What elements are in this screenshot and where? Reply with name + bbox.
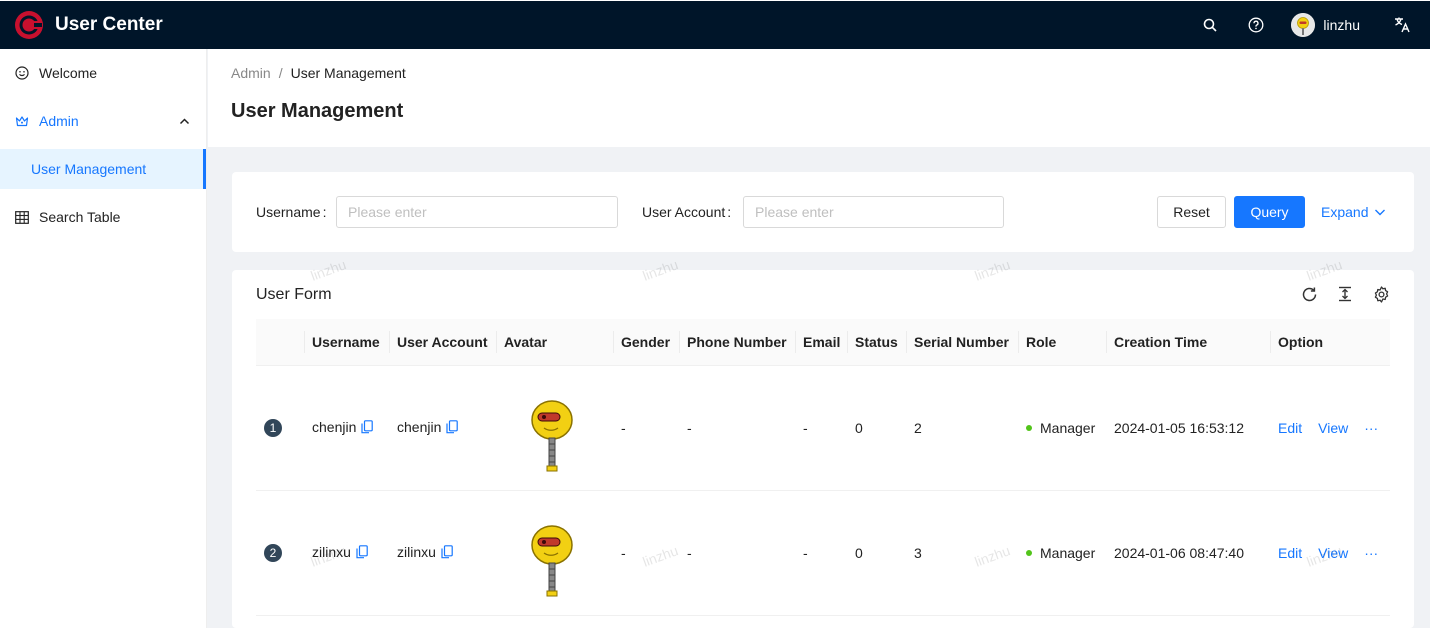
crown-icon (14, 113, 30, 129)
sidebar-item-label: User Management (31, 161, 147, 177)
copy-icon[interactable] (441, 544, 453, 562)
search-icon[interactable] (1187, 1, 1233, 50)
username-cell: zilinxu (312, 543, 351, 560)
sidebar-item-user-management[interactable]: User Management (0, 149, 206, 189)
column-header-index (256, 319, 304, 366)
user-avatar-image[interactable] (530, 524, 574, 597)
sidebar-item-label: Admin (39, 113, 79, 129)
column-header-avatar[interactable]: Avatar (496, 319, 613, 366)
sidebar-item-search-table[interactable]: Search Table (0, 197, 206, 237)
more-actions-icon[interactable]: ··· (1364, 420, 1378, 436)
view-link[interactable]: View (1318, 545, 1348, 561)
status-cell: 0 (847, 365, 906, 491)
username-input[interactable] (336, 196, 618, 228)
chevron-up-icon[interactable] (179, 114, 190, 130)
header-username: linzhu (1323, 17, 1360, 33)
role-cell: Manager (1040, 419, 1096, 436)
app-title[interactable]: User Center (55, 14, 163, 36)
user-table: Username User Account Avatar Gender Phon… (256, 319, 1390, 616)
column-header-email[interactable]: Email (795, 319, 847, 366)
column-header-option: Option (1270, 319, 1390, 366)
column-header-gender[interactable]: Gender (613, 319, 679, 366)
translate-icon[interactable] (1374, 1, 1430, 50)
sidebar: Welcome Admin User Management Search Tab… (0, 49, 207, 628)
smile-icon (14, 65, 30, 81)
phone-cell: - (679, 490, 795, 616)
gender-cell: - (613, 365, 679, 491)
search-form: Username: User Account: Reset Query Expa… (232, 172, 1414, 252)
role-cell: Manager (1040, 544, 1096, 561)
table-header-row: Username User Account Avatar Gender Phon… (256, 319, 1390, 366)
copy-icon[interactable] (361, 419, 374, 437)
breadcrumb-separator: / (278, 65, 283, 81)
username-cell: chenjin (312, 418, 357, 435)
column-header-user-account[interactable]: User Account (389, 319, 496, 366)
density-icon[interactable] (1336, 285, 1354, 303)
user-account-cell: chenjin (397, 418, 442, 435)
user-account-label: User Account: (642, 204, 732, 220)
user-account-input[interactable] (743, 196, 1004, 228)
table-row: 2 zilinxu zilinxu - - - 0 3 Manager 2024… (256, 490, 1390, 616)
email-cell: - (795, 490, 847, 616)
role-status-dot (1026, 549, 1032, 556)
top-header: User Center linzhu (0, 0, 1430, 49)
question-icon[interactable] (1233, 1, 1279, 50)
page-title: User Management (231, 100, 404, 122)
sidebar-item-label: Welcome (39, 65, 98, 81)
row-index-badge: 1 (264, 418, 282, 437)
avatar (1291, 13, 1316, 37)
username-label: Username: (256, 204, 327, 220)
user-table-card: User Form Username User Account Avatar G… (232, 270, 1414, 628)
user-account-cell: zilinxu (397, 543, 436, 560)
breadcrumb-current: User Management (290, 65, 406, 81)
page-header: Admin / User Management User Management (208, 49, 1430, 147)
creation-time-cell: 2024-01-05 16:53:12 (1106, 365, 1270, 491)
table-title: User Form (256, 286, 332, 303)
role-status-dot (1026, 424, 1032, 431)
email-cell: - (795, 365, 847, 491)
status-cell: 0 (847, 490, 906, 616)
expand-label: Expand (1321, 204, 1369, 220)
column-header-creation-time[interactable]: Creation Time (1106, 319, 1270, 366)
settings-icon[interactable] (1372, 285, 1390, 303)
copy-icon[interactable] (446, 419, 459, 437)
sidebar-item-welcome[interactable]: Welcome (0, 53, 206, 93)
user-menu[interactable]: linzhu (1279, 1, 1374, 49)
copy-icon[interactable] (356, 544, 368, 562)
user-avatar-image[interactable] (530, 399, 574, 472)
breadcrumb-parent[interactable]: Admin (231, 65, 271, 81)
sidebar-item-admin[interactable]: Admin (0, 101, 206, 141)
phone-cell: - (679, 365, 795, 491)
sidebar-item-label: Search Table (39, 209, 121, 225)
view-link[interactable]: View (1318, 420, 1348, 436)
table-toolbar (1282, 285, 1390, 303)
edit-link[interactable]: Edit (1278, 420, 1302, 436)
gender-cell: - (613, 490, 679, 616)
serial-cell: 3 (906, 490, 1018, 616)
column-header-phone[interactable]: Phone Number (679, 319, 795, 366)
reload-icon[interactable] (1300, 285, 1318, 303)
reset-button[interactable]: Reset (1157, 196, 1226, 228)
creation-time-cell: 2024-01-06 08:47:40 (1106, 490, 1270, 616)
column-header-role[interactable]: Role (1018, 319, 1106, 366)
table-row: 1 chenjin chenjin - - - 0 2 Manager 2024… (256, 365, 1390, 491)
column-header-status[interactable]: Status (847, 319, 906, 366)
edit-link[interactable]: Edit (1278, 545, 1302, 561)
table-icon (14, 209, 30, 225)
column-header-serial[interactable]: Serial Number (906, 319, 1018, 366)
breadcrumb: Admin / User Management (231, 65, 406, 81)
expand-link[interactable]: Expand (1321, 204, 1386, 220)
more-actions-icon[interactable]: ··· (1364, 545, 1378, 561)
app-logo[interactable] (14, 10, 44, 40)
query-button[interactable]: Query (1234, 196, 1305, 228)
chevron-down-icon (1375, 209, 1386, 216)
row-index-badge: 2 (264, 543, 282, 562)
column-header-username[interactable]: Username (304, 319, 389, 366)
serial-cell: 2 (906, 365, 1018, 491)
